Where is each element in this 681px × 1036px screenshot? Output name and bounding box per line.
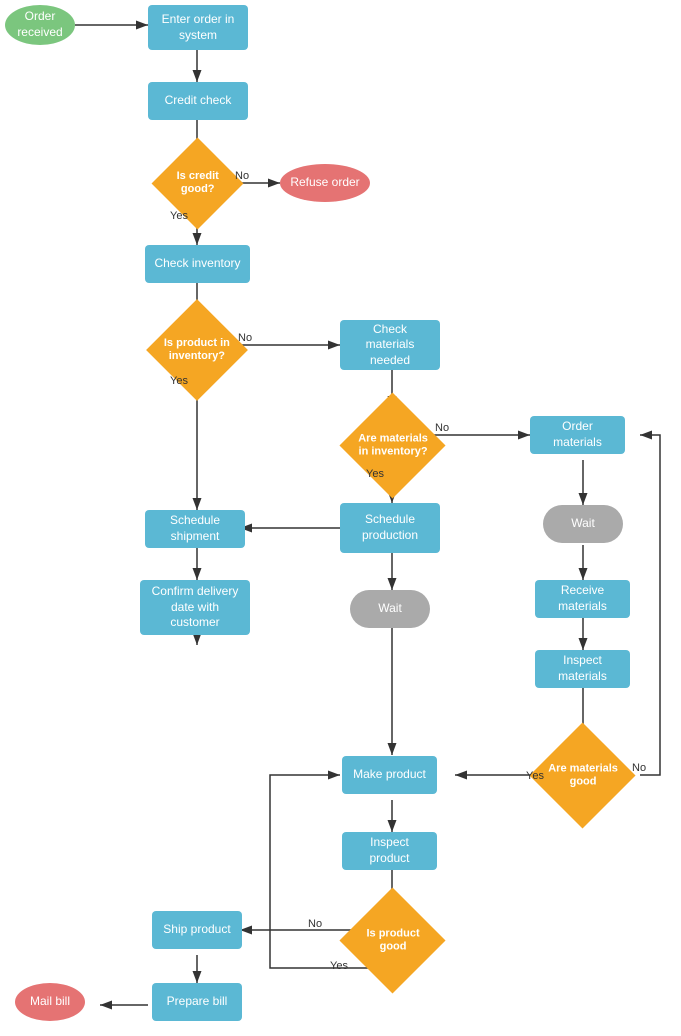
make-product-node: Make product <box>342 756 437 794</box>
product-inv-yes-label: Yes <box>170 375 188 387</box>
refuse-order-node: Refuse order <box>280 164 370 202</box>
receive-materials-node: Receive materials <box>535 580 630 618</box>
order-received-node: Order received <box>5 5 75 45</box>
is-product-inventory-node: Is product in inventory? <box>152 305 242 395</box>
materials-inv-yes-label: Yes <box>366 468 384 480</box>
materials-good-yes-label: Yes <box>526 770 544 782</box>
product-good-yes-label: Yes <box>330 960 348 972</box>
schedule-production-node: Schedule production <box>340 503 440 553</box>
credit-no-label: No <box>235 170 249 182</box>
mail-bill-node: Mail bill <box>15 983 85 1021</box>
schedule-shipment-node: Schedule shipment <box>145 510 245 548</box>
confirm-delivery-node: Confirm delivery date with customer <box>140 580 250 635</box>
are-materials-good-node: Are materials good <box>537 730 627 820</box>
flowchart: Order received Enter order in system Cre… <box>0 0 681 1036</box>
is-credit-good-node: Is credit good? <box>157 143 237 223</box>
wait2-node: Wait <box>350 590 430 628</box>
credit-yes-label: Yes <box>170 210 188 222</box>
check-inventory-node: Check inventory <box>145 245 250 283</box>
check-materials-node: Check materials needed <box>340 320 440 370</box>
inspect-product-node: Inspect product <box>342 832 437 870</box>
order-materials-node: Order materials <box>530 416 625 454</box>
is-product-good-node: Is product good <box>347 895 437 985</box>
credit-check-node: Credit check <box>148 82 248 120</box>
are-materials-inventory-node: Are materials in inventory? <box>347 400 437 490</box>
product-good-no-label: No <box>308 918 322 930</box>
product-inv-no-label: No <box>238 332 252 344</box>
enter-order-node: Enter order in system <box>148 5 248 50</box>
prepare-bill-node: Prepare bill <box>152 983 242 1021</box>
inspect-materials-node: Inspect materials <box>535 650 630 688</box>
ship-product-node: Ship product <box>152 911 242 949</box>
materials-inv-no-label: No <box>435 422 449 434</box>
wait1-node: Wait <box>543 505 623 543</box>
materials-good-no-label: No <box>632 762 646 774</box>
